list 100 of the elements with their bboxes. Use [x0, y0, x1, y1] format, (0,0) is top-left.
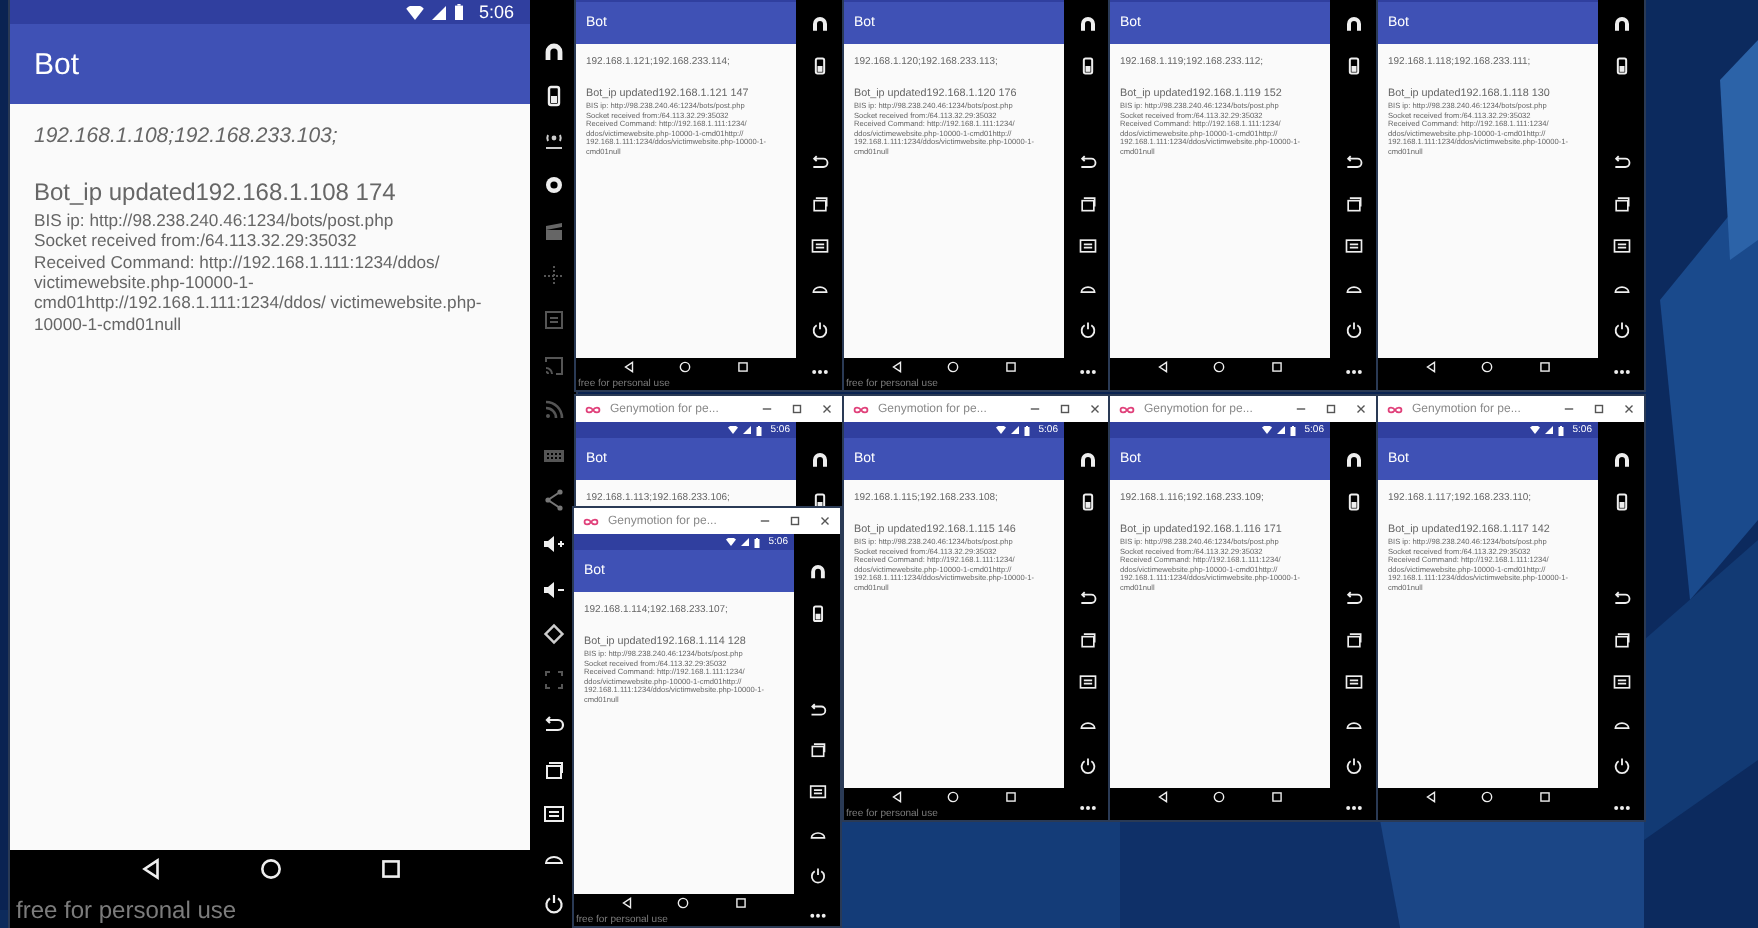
back-icon[interactable] [1611, 152, 1631, 172]
battery-icon[interactable] [1077, 492, 1097, 512]
power-icon[interactable] [807, 865, 827, 885]
recents-icon[interactable] [1004, 360, 1019, 374]
recents-icon[interactable] [734, 896, 749, 910]
maximize-icon[interactable] [790, 402, 804, 416]
minimize-icon[interactable] [1028, 402, 1042, 416]
recents-icon[interactable] [1270, 790, 1285, 804]
battery-icon[interactable] [807, 603, 827, 623]
menu-icon[interactable] [807, 782, 827, 802]
battery-icon[interactable] [1611, 492, 1631, 512]
back-icon[interactable] [1155, 790, 1170, 804]
magnet-icon[interactable] [1611, 14, 1631, 34]
maximize-icon[interactable] [1058, 402, 1072, 416]
recents-icon[interactable] [1004, 790, 1019, 804]
battery-icon[interactable] [1343, 56, 1363, 76]
back-icon[interactable] [1423, 790, 1438, 804]
close-icon[interactable] [1622, 402, 1636, 416]
battery-icon[interactable] [1077, 56, 1097, 76]
close-icon[interactable] [818, 514, 832, 528]
id-card-icon[interactable] [541, 308, 565, 333]
home-icon[interactable] [1480, 360, 1495, 374]
rss-icon[interactable] [541, 398, 565, 423]
magnet-icon[interactable] [1343, 450, 1363, 470]
menu-icon[interactable] [1611, 236, 1631, 256]
power-icon[interactable] [809, 320, 829, 340]
close-icon[interactable] [1088, 402, 1102, 416]
menu-icon[interactable] [1343, 672, 1363, 692]
home-icon[interactable] [1212, 790, 1227, 804]
back-icon[interactable] [619, 896, 634, 910]
back-icon[interactable] [1423, 360, 1438, 374]
back-icon[interactable] [1077, 152, 1097, 172]
recents-icon[interactable] [1611, 630, 1631, 650]
recents-icon[interactable] [541, 757, 565, 781]
minimize-icon[interactable] [760, 402, 774, 416]
power-icon[interactable] [1611, 320, 1631, 340]
minimize-icon[interactable] [1294, 402, 1308, 416]
resize-icon[interactable] [541, 667, 565, 692]
magnet-icon[interactable] [1611, 450, 1631, 470]
magnet-icon[interactable] [809, 450, 829, 470]
home-icon[interactable] [257, 856, 283, 882]
rotate-icon[interactable] [541, 622, 565, 647]
volume-up-icon[interactable] [541, 532, 565, 557]
maximize-icon[interactable] [1592, 402, 1606, 416]
home-icon[interactable] [946, 360, 961, 374]
back-icon[interactable] [809, 152, 829, 172]
recents-icon[interactable] [1538, 360, 1553, 374]
magnet-icon[interactable] [1077, 14, 1097, 34]
recents-icon[interactable] [1077, 630, 1097, 650]
magnet-icon[interactable] [1343, 14, 1363, 34]
share-icon[interactable] [541, 488, 565, 513]
back-icon[interactable] [889, 360, 904, 374]
home-icon[interactable] [946, 790, 961, 804]
back-icon[interactable] [1155, 360, 1170, 374]
menu-icon[interactable] [1077, 236, 1097, 256]
back-icon[interactable] [1343, 152, 1363, 172]
recents-icon[interactable] [1077, 194, 1097, 214]
home-icon[interactable] [676, 896, 691, 910]
back-icon[interactable] [621, 360, 636, 374]
power-icon[interactable] [1343, 320, 1363, 340]
recents-icon[interactable] [1343, 194, 1363, 214]
menu-icon[interactable] [541, 801, 565, 826]
recents-icon[interactable] [1611, 194, 1631, 214]
close-icon[interactable] [820, 402, 834, 416]
back-icon[interactable] [137, 856, 163, 882]
power-icon[interactable] [541, 891, 565, 916]
power-icon[interactable] [1077, 756, 1097, 776]
home-icon[interactable] [678, 360, 693, 374]
minimize-icon[interactable] [1562, 402, 1576, 416]
back-icon[interactable] [807, 699, 827, 719]
recents-icon[interactable] [1343, 630, 1363, 650]
battery-icon[interactable] [809, 56, 829, 76]
webcam-icon[interactable] [541, 174, 565, 199]
menu-icon[interactable] [1343, 236, 1363, 256]
power-icon[interactable] [1611, 756, 1631, 776]
home-icon[interactable] [1480, 790, 1495, 804]
move-icon[interactable] [541, 264, 565, 289]
battery-icon[interactable] [1343, 492, 1363, 512]
magnet-icon[interactable] [807, 562, 827, 582]
recents-icon[interactable] [1270, 360, 1285, 374]
power-icon[interactable] [1077, 320, 1097, 340]
power-icon[interactable] [1343, 756, 1363, 776]
recents-icon[interactable] [736, 360, 751, 374]
maximize-icon[interactable] [1324, 402, 1338, 416]
battery-icon[interactable] [1611, 56, 1631, 76]
magnet-icon[interactable] [1077, 450, 1097, 470]
recents-icon[interactable] [377, 856, 403, 882]
close-icon[interactable] [1354, 402, 1368, 416]
back-icon[interactable] [889, 790, 904, 804]
home-icon[interactable] [1212, 360, 1227, 374]
magnet-icon[interactable] [541, 40, 565, 64]
cast-icon[interactable] [541, 353, 565, 378]
recents-icon[interactable] [807, 740, 827, 760]
recents-icon[interactable] [1538, 790, 1553, 804]
minimize-icon[interactable] [758, 514, 772, 528]
magnet-icon[interactable] [809, 14, 829, 34]
maximize-icon[interactable] [788, 514, 802, 528]
menu-icon[interactable] [1077, 672, 1097, 692]
recents-icon[interactable] [809, 194, 829, 214]
back-icon[interactable] [1343, 588, 1363, 608]
